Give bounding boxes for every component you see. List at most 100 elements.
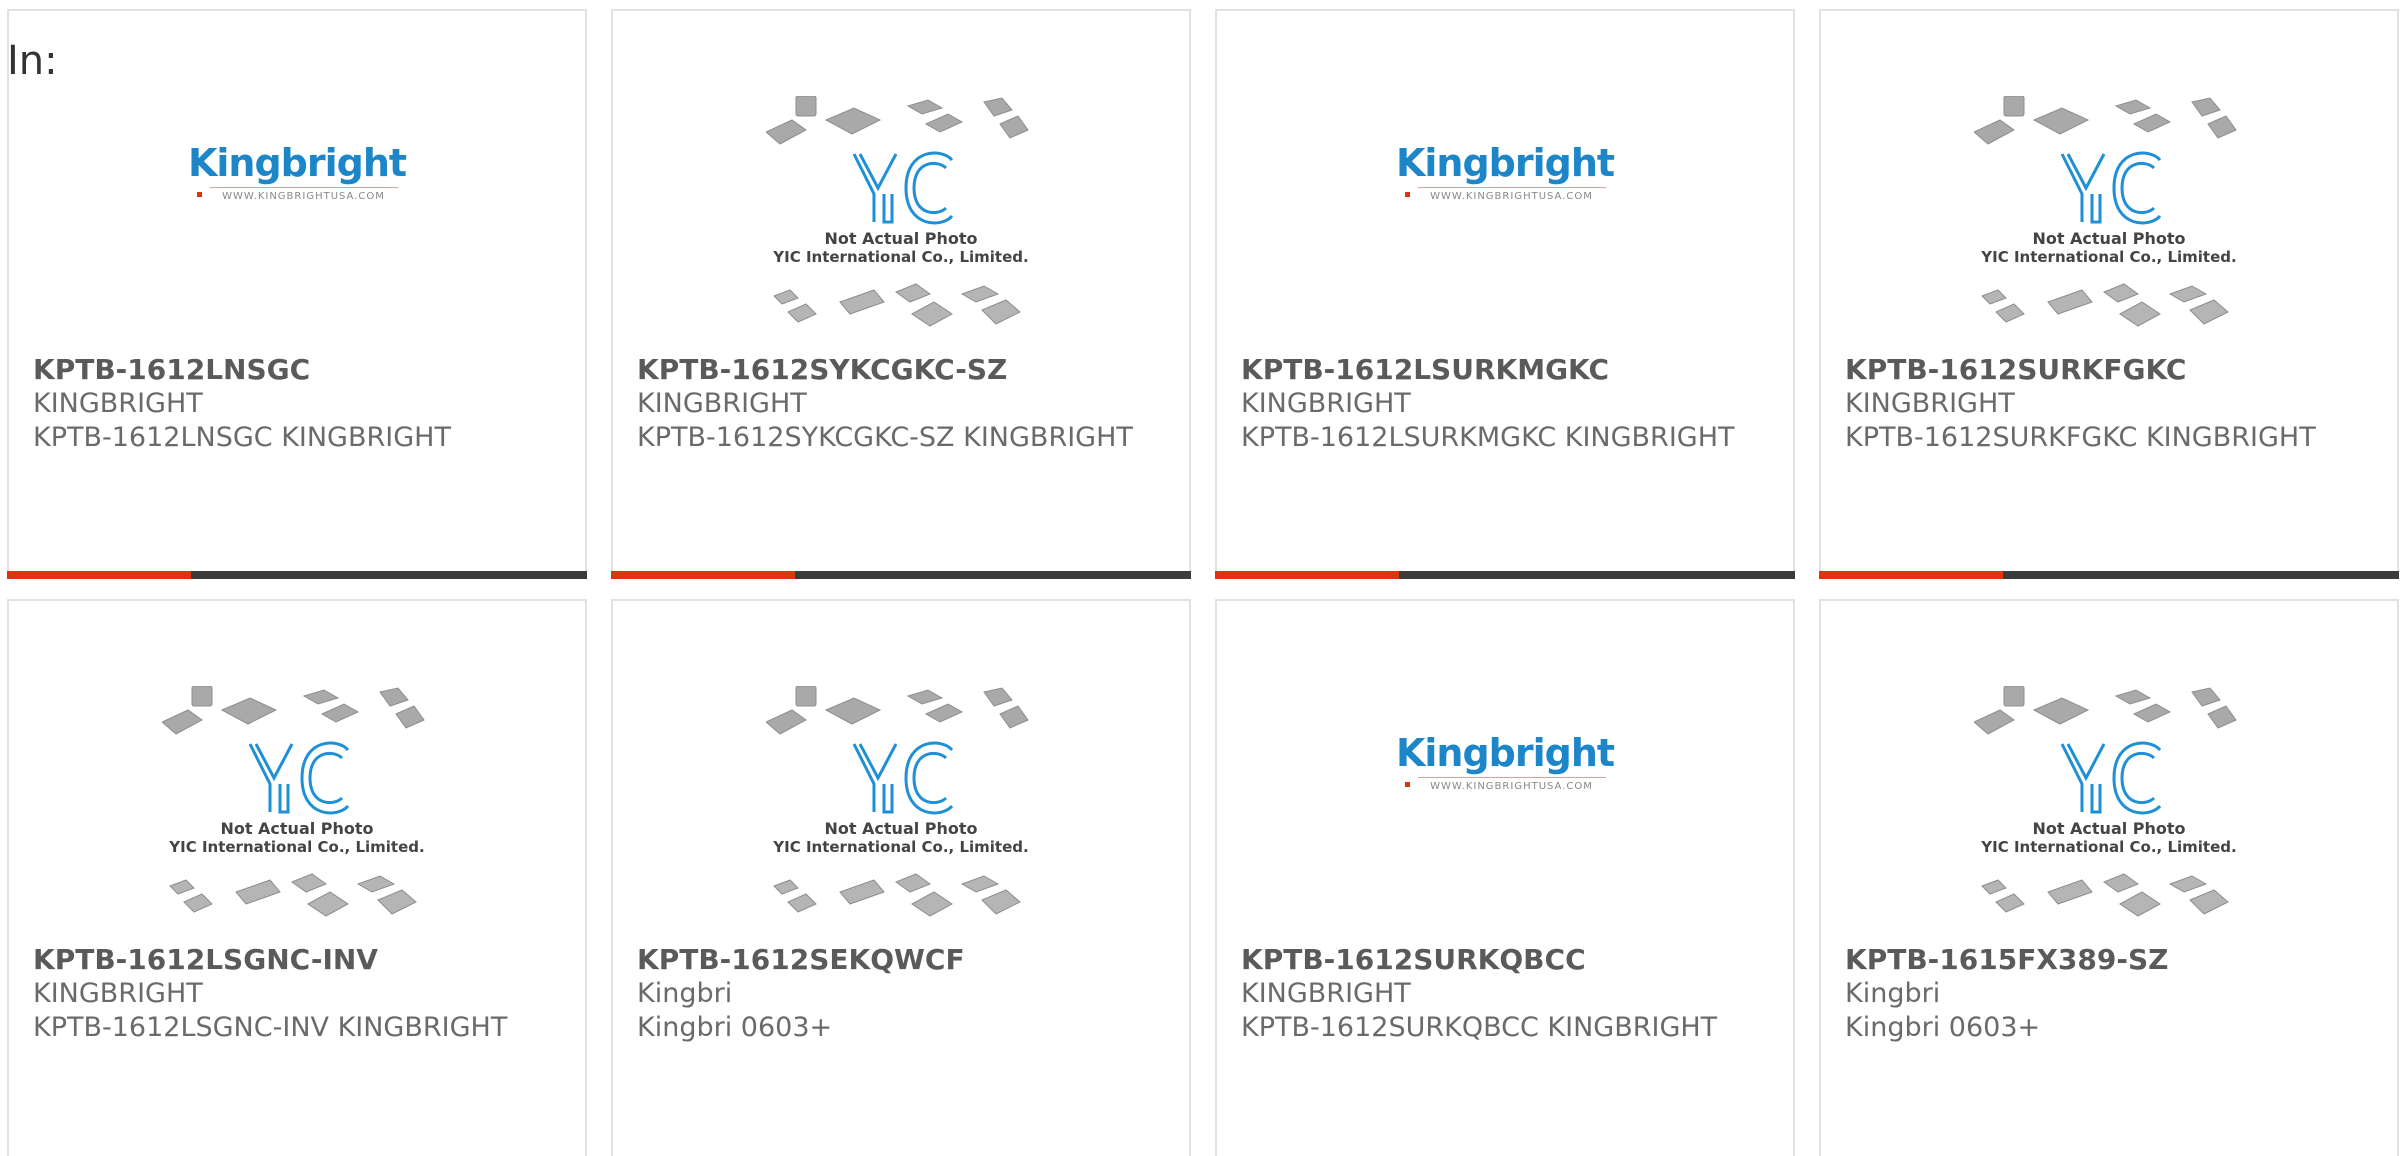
chip-package-icon (906, 689, 944, 705)
chip-package-icon (2102, 873, 2140, 893)
product-card[interactable]: Kingbright WWW.KINGBRIGHTUSA.COM KPTB-1612… (1215, 9, 1795, 579)
chip-package-icon (2207, 705, 2237, 729)
kingbright-url-row: WWW.KINGBRIGHTUSA.COM (1404, 776, 1606, 792)
product-description: KPTB-1612LSGNC-INV KINGBRIGHT (33, 1012, 508, 1043)
card-accent-bar (1819, 571, 2003, 579)
chip-package-icon (290, 873, 328, 893)
product-description: Kingbri 0603+ (637, 1012, 833, 1043)
chip-package-icon (787, 893, 817, 913)
chip-package-icon (169, 879, 195, 895)
chip-package-icon (2003, 96, 2025, 117)
chip-package-icon (320, 703, 360, 723)
chip-package-icon (2047, 289, 2093, 315)
chip-package-icon (1974, 709, 2015, 735)
part-number[interactable]: KPTB-1612SYKCGKC-SZ (637, 353, 1169, 387)
product-description: KPTB-1612SURKQBCC KINGBRIGHT (1241, 1012, 1718, 1043)
manufacturer: KINGBRIGHT (33, 978, 203, 1009)
not-actual-photo-image[interactable]: Not Actual Photo YIC International Co., L… (9, 681, 585, 941)
kingbright-url-row: WWW.KINGBRIGHTUSA.COM (1404, 186, 1606, 202)
part-number[interactable]: KPTB-1612SURKFGKC (1845, 353, 2377, 387)
card-accent-bar (7, 571, 191, 579)
yic-logo-icon (2060, 151, 2162, 225)
product-card[interactable]: Not Actual Photo YIC International Co., L… (1819, 9, 2399, 579)
chip-package-icon (824, 107, 882, 135)
chip-package-icon (983, 687, 1013, 707)
yic-logo-icon (852, 151, 954, 225)
chip-package-icon (2132, 113, 2172, 133)
chip-package-icon (839, 289, 885, 315)
chip-package-icon (395, 705, 425, 729)
chip-package-icon (235, 879, 281, 905)
chip-package-icon (787, 303, 817, 323)
yic-placeholder-graphic: Not Actual PhotoYIC International Co., L… (766, 96, 1029, 327)
yic-company-text: YIC International Co., Limited. (1980, 248, 2236, 266)
part-number[interactable]: KPTB-1612SEKQWCF (637, 943, 1169, 977)
chip-package-icon (839, 879, 885, 905)
chip-package-icon (999, 115, 1029, 139)
not-actual-photo-text: Not Actual Photo (2032, 819, 2185, 838)
manufacturer: KINGBRIGHT (637, 388, 807, 419)
product-info: KPTB-1612SEKQWCF Kingbri Kingbri 0603+ (637, 943, 1169, 1045)
yic-placeholder-graphic: Not Actual PhotoYIC International Co., L… (1974, 96, 2237, 327)
in-label: In: (7, 38, 58, 84)
chip-package-icon (795, 96, 817, 117)
product-description: Kingbri 0603+ (1845, 1012, 2041, 1043)
product-description: KPTB-1612LNSGC KINGBRIGHT (33, 422, 451, 453)
kingbright-logo-image[interactable]: Kingbright WWW.KINGBRIGHTUSA.COM (1217, 681, 1793, 941)
not-actual-photo-text: Not Actual Photo (824, 819, 977, 838)
chip-package-icon (1981, 879, 2007, 895)
product-card[interactable]: Not Actual Photo YIC International Co., L… (611, 9, 1191, 579)
not-actual-photo-text: Not Actual Photo (2032, 229, 2185, 248)
part-number[interactable]: KPTB-1615FX389-SZ (1845, 943, 2377, 977)
chip-package-icon (162, 709, 203, 735)
part-number[interactable]: KPTB-1612LSGNC-INV (33, 943, 565, 977)
red-dot-icon (196, 191, 202, 197)
yic-logo-icon (852, 741, 954, 815)
kingbright-logo: Kingbright WWW.KINGBRIGHTUSA.COM (1396, 141, 1615, 202)
part-number[interactable]: KPTB-1612LNSGC (33, 353, 565, 387)
product-info: KPTB-1612LSURKMGKC KINGBRIGHT KPTB-1612LSU… (1241, 353, 1773, 455)
kingbright-url-row: WWW.KINGBRIGHTUSA.COM (196, 186, 398, 202)
chip-package-icon (824, 697, 882, 725)
kingbright-logo-image[interactable]: Kingbright WWW.KINGBRIGHTUSA.COM (9, 91, 585, 351)
product-description: KPTB-1612SYKCGKC-SZ KINGBRIGHT (637, 422, 1133, 453)
kingbright-logo-image[interactable]: Kingbright WWW.KINGBRIGHTUSA.COM (1217, 91, 1793, 351)
kingbright-logo: Kingbright WWW.KINGBRIGHTUSA.COM (187, 140, 407, 202)
chip-package-icon (999, 705, 1029, 729)
not-actual-photo-image[interactable]: Not Actual Photo YIC International Co., L… (1821, 681, 2397, 941)
kingbright-wordmark: Kingbright (187, 140, 407, 185)
chip-package-icon (773, 289, 799, 305)
chip-package-icon (307, 891, 349, 917)
red-dot-icon (1404, 191, 1410, 197)
not-actual-photo-image[interactable]: Not Actual Photo YIC International Co., L… (613, 91, 1189, 351)
chip-package-icon (773, 879, 799, 895)
chip-package-icon (766, 709, 807, 735)
product-card[interactable]: Not Actual Photo YIC International Co., L… (1819, 599, 2399, 1156)
yic-logo-icon (248, 741, 350, 815)
part-number[interactable]: KPTB-1612SURKQBCC (1241, 943, 1773, 977)
not-actual-photo-text: Not Actual Photo (824, 229, 977, 248)
chip-package-icon (906, 99, 944, 115)
part-number[interactable]: KPTB-1612LSURKMGKC (1241, 353, 1773, 387)
product-info: KPTB-1612LSGNC-INV KINGBRIGHT KPTB-1612LSG… (33, 943, 565, 1045)
chip-package-icon (911, 301, 953, 327)
product-card[interactable]: Not Actual Photo YIC International Co., L… (611, 599, 1191, 1156)
kingbright-url: WWW.KINGBRIGHTUSA.COM (1417, 186, 1606, 202)
kingbright-wordmark: Kingbright (1395, 730, 1615, 775)
not-actual-photo-image[interactable]: Not Actual Photo YIC International Co., L… (613, 681, 1189, 941)
yic-logo-icon (2060, 741, 2162, 815)
product-info: KPTB-1612SURKQBCC KINGBRIGHT KPTB-1612SURK… (1241, 943, 1773, 1045)
chip-package-icon (2119, 301, 2161, 327)
product-card[interactable]: Kingbright WWW.KINGBRIGHTUSA.COM KPTB-1612… (1215, 599, 1795, 1156)
product-card[interactable]: Not Actual Photo YIC International Co., L… (7, 599, 587, 1156)
chip-package-icon (2047, 879, 2093, 905)
chip-package-icon (981, 889, 1021, 915)
product-card[interactable]: Kingbright WWW.KINGBRIGHTUSA.COM KPTB-1612… (7, 9, 587, 579)
chip-package-icon (795, 686, 817, 707)
chip-package-icon (1995, 303, 2025, 323)
yic-placeholder-graphic: Not Actual PhotoYIC International Co., L… (162, 686, 425, 917)
product-info: KPTB-1612LNSGC KINGBRIGHT KPTB-1612LNSGC K… (33, 353, 565, 455)
card-bottom-bar (611, 571, 1191, 579)
not-actual-photo-image[interactable]: Not Actual Photo YIC International Co., L… (1821, 91, 2397, 351)
kingbright-logo: Kingbright WWW.KINGBRIGHTUSA.COM (1395, 730, 1615, 792)
